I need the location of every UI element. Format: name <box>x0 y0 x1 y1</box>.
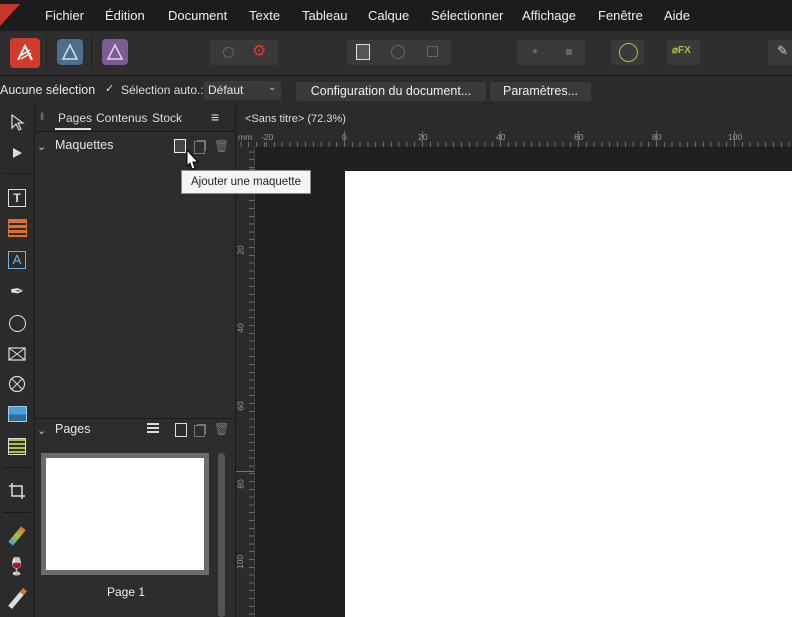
panel-grip-icon[interactable]: ‖ <box>40 112 44 123</box>
table-tool-icon[interactable] <box>3 215 31 241</box>
fx-button[interactable]: ⌀FX <box>667 40 700 65</box>
ruler-label: 40 <box>235 323 246 333</box>
document-setup-button[interactable]: Configuration du document... <box>296 82 486 101</box>
page-thumbnail-label: Page 1 <box>107 585 146 599</box>
ellipse-frame-tool-icon[interactable] <box>3 371 31 397</box>
menu-bar: Fichier Édition Document Texte Tableau C… <box>0 0 792 30</box>
tab-pages[interactable]: Pages <box>58 111 92 125</box>
toolbar-group-1: ⚙ <box>210 40 278 65</box>
color-adjust-button[interactable] <box>611 40 644 65</box>
delete-page-icon[interactable]: 🗑 <box>214 422 229 436</box>
ruler-label: -20 <box>261 132 274 142</box>
ruler-label: 100 <box>728 132 743 142</box>
pin-icon[interactable]: ● <box>532 46 538 57</box>
context-toolbar: Aucune sélection ✓ Sélection auto.: Défa… <box>0 75 792 106</box>
crop-tool-icon[interactable] <box>3 478 31 504</box>
square-outline-icon[interactable] <box>427 46 438 57</box>
menu-fichier[interactable]: Fichier <box>45 8 84 23</box>
duplicate-page-icon[interactable] <box>194 425 205 437</box>
artistic-text-tool-icon[interactable]: A <box>3 247 31 273</box>
masters-section-title: Maquettes <box>55 138 114 152</box>
picture-frame-tool-icon[interactable] <box>3 341 31 367</box>
menu-selectionner[interactable]: Sélectionner <box>431 8 503 23</box>
menu-fenetre[interactable]: Fenêtre <box>598 8 643 23</box>
pages-scrollbar[interactable] <box>218 453 225 617</box>
tab-contenus[interactable]: Contenus <box>96 111 147 125</box>
auto-select-value: Défaut <box>208 83 244 97</box>
gear-icon[interactable]: ⚙ <box>252 43 266 61</box>
node-tool-icon[interactable] <box>3 140 31 166</box>
circle-icon[interactable] <box>223 47 234 58</box>
ruler-label: 20 <box>235 245 246 255</box>
insert-pages-icon[interactable] <box>147 423 159 435</box>
menu-tableau[interactable]: Tableau <box>302 8 348 23</box>
horizontal-ruler[interactable]: mm -20 0 20 40 60 80 100 <box>236 131 792 148</box>
toolbar: ⚙ ● ⌀FX ✎ <box>0 30 792 75</box>
resource-manager-tool-icon[interactable] <box>3 433 31 459</box>
photo-persona-icon[interactable] <box>102 39 128 65</box>
chevron-down-icon[interactable]: ⌄ <box>37 140 46 153</box>
fx-icon: ⌀FX <box>672 45 691 56</box>
document-page[interactable] <box>345 171 792 617</box>
auto-select-checkbox[interactable]: ✓ <box>105 83 117 95</box>
publisher-persona-icon[interactable] <box>10 38 40 68</box>
selection-status: Aucune sélection <box>0 83 96 97</box>
delete-master-icon[interactable]: 🗑 <box>214 139 229 153</box>
place-image-tool-icon[interactable] <box>3 401 31 427</box>
designer-persona-icon[interactable] <box>57 39 83 65</box>
pen-preferences-button[interactable]: ✎ <box>768 40 792 65</box>
menu-texte[interactable]: Texte <box>249 8 280 23</box>
menu-affichage[interactable]: Affichage <box>522 8 576 23</box>
tab-stock[interactable]: Stock <box>152 111 182 125</box>
toolbar-group-3: ● <box>517 40 585 65</box>
tools-panel: T A ✒ 🍷 <box>0 105 35 617</box>
auto-select-label: Sélection auto.: <box>121 83 204 97</box>
ruler-unit: mm <box>238 132 253 142</box>
menu-edition[interactable]: Édition <box>105 8 145 23</box>
mouse-cursor-icon <box>180 148 206 181</box>
color-picker-tool-icon[interactable] <box>3 585 31 611</box>
panel-tab-bar: ‖ Pages Contenus Stock ≡ <box>35 105 235 132</box>
add-page-icon[interactable] <box>175 423 187 437</box>
menu-document[interactable]: Document <box>168 8 227 23</box>
menu-calque[interactable]: Calque <box>368 8 409 23</box>
chevron-down-icon: ⌄ <box>268 82 277 93</box>
auto-select-dropdown[interactable]: Défaut ⌄ <box>204 81 281 100</box>
ruler-label: 80 <box>235 479 246 489</box>
document-tab[interactable]: <Sans titre> (72.3%) <box>236 105 792 131</box>
ellipse-tool-icon[interactable] <box>3 310 31 336</box>
hamburger-menu-icon[interactable]: ≡ <box>211 109 219 125</box>
pen-tool-icon[interactable]: ✒ <box>3 279 31 305</box>
rgb-circles-icon <box>619 43 638 62</box>
transparency-tool-icon[interactable]: 🍷 <box>3 554 31 580</box>
app-icon[interactable] <box>0 4 20 26</box>
text-frame-tool-icon[interactable]: T <box>3 185 31 211</box>
page-thumbnail[interactable] <box>41 453 209 575</box>
vertical-ruler[interactable]: 20 40 60 80 100 <box>235 147 255 617</box>
settings-button[interactable]: Paramètres... <box>490 82 591 101</box>
menu-aide[interactable]: Aide <box>664 8 690 23</box>
move-tool-icon[interactable] <box>3 109 31 135</box>
ruler-label: 100 <box>235 554 246 570</box>
toolbar-group-2 <box>347 40 451 65</box>
pen-icon: ✎ <box>777 43 788 58</box>
square-small-icon[interactable] <box>566 49 572 55</box>
document-icon[interactable] <box>356 44 370 60</box>
ruler-label: 60 <box>235 401 246 411</box>
fill-tool-icon[interactable] <box>3 523 31 549</box>
circle-outline-icon[interactable] <box>391 45 405 59</box>
chevron-down-icon[interactable]: ⌄ <box>37 424 46 437</box>
document-tab-title: <Sans titre> (72.3%) <box>245 113 346 125</box>
pages-section-title: Pages <box>55 422 91 436</box>
